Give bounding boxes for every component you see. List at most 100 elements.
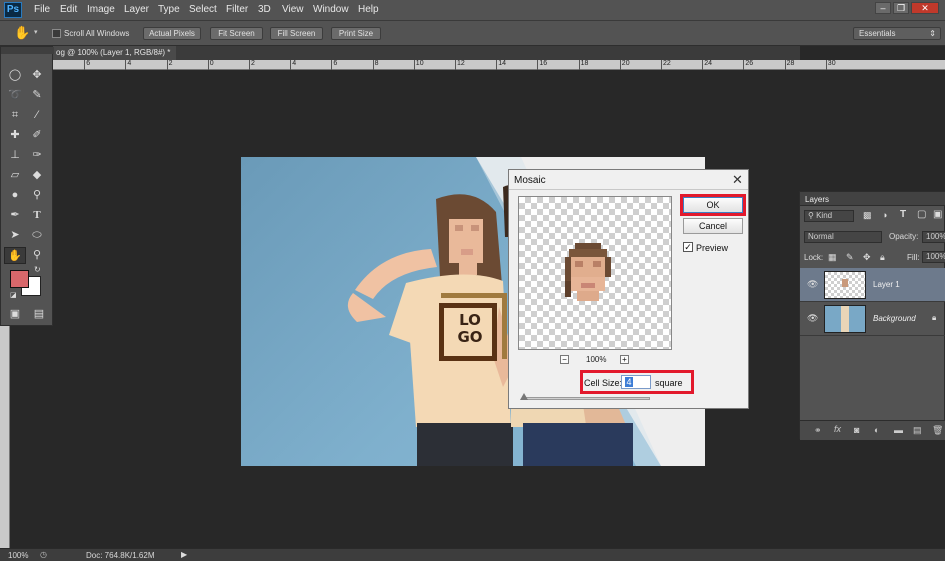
type-filter-icon[interactable]: T <box>900 209 906 220</box>
paint-bucket-icon[interactable]: ◆ <box>28 167 46 184</box>
new-group-icon[interactable]: ▬ <box>894 425 903 435</box>
layer-name[interactable]: Layer 1 <box>873 280 900 289</box>
menu-view[interactable]: View <box>282 4 304 15</box>
blend-mode-value: Normal <box>808 232 834 241</box>
options-bar: ✋ ▾ Scroll All Windows Actual Pixels Fit… <box>0 21 945 46</box>
scroll-all-windows-label: Scroll All Windows <box>64 29 130 38</box>
quick-mask-icon[interactable]: ▣ <box>6 306 24 323</box>
lock-all-icon[interactable]: 🔒︎ <box>880 252 885 263</box>
menu-edit[interactable]: Edit <box>60 4 77 15</box>
dialog-close-icon[interactable]: ✕ <box>732 172 743 188</box>
filter-preview[interactable] <box>518 196 672 350</box>
add-mask-icon[interactable]: ◙ <box>854 425 859 435</box>
menu-help[interactable]: Help <box>358 4 379 15</box>
layer-name[interactable]: Background <box>873 314 916 323</box>
print-size-button[interactable]: Print Size <box>331 27 381 40</box>
pixelated-face-preview <box>565 243 611 301</box>
new-layer-icon[interactable]: ▤ <box>913 425 922 436</box>
ruler-tick <box>331 60 333 70</box>
visibility-eye-icon[interactable]: 👁︎ <box>807 279 818 290</box>
kind-filter-dropdown[interactable]: ⚲ Kind <box>804 210 854 222</box>
history-brush-icon[interactable]: ✑ <box>28 147 46 164</box>
tool-preset-dropdown-icon[interactable]: ▾ <box>34 28 38 36</box>
lock-transparent-icon[interactable]: ▦ <box>828 252 837 263</box>
adjustment-layer-icon[interactable]: ◐ <box>874 425 879 435</box>
layers-tab[interactable]: Layers <box>805 195 829 204</box>
cancel-button[interactable]: Cancel <box>683 218 743 234</box>
ellipse-tool-icon[interactable]: ⬭ <box>28 227 46 244</box>
lock-pixels-icon[interactable]: ✎ <box>846 252 854 263</box>
healing-brush-icon[interactable]: ✚ <box>6 127 24 144</box>
image-filter-icon[interactable]: ▩ <box>863 210 872 221</box>
status-info-icon[interactable]: ◷ <box>40 550 47 559</box>
menu-layer[interactable]: Layer <box>124 4 149 15</box>
menu-select[interactable]: Select <box>189 4 217 15</box>
dodge-tool-icon[interactable]: ⚲ <box>28 187 46 204</box>
background-thumbnail <box>824 305 866 333</box>
zoom-level[interactable]: 100% <box>8 551 28 560</box>
adjustment-filter-icon[interactable]: ◑ <box>882 210 887 220</box>
lock-position-icon[interactable]: ✥ <box>863 252 871 263</box>
path-select-icon[interactable]: ➤ <box>6 227 24 244</box>
eraser-tool-icon[interactable]: ▱ <box>6 167 24 184</box>
marquee-tool-icon[interactable]: ◯ <box>6 67 24 84</box>
ruler-label: 20 <box>621 60 630 67</box>
blur-tool-icon[interactable]: ● <box>6 187 24 204</box>
visibility-eye-icon[interactable]: 👁︎ <box>807 313 818 324</box>
scroll-all-windows-checkbox[interactable] <box>52 29 61 38</box>
blend-mode-dropdown[interactable]: Normal <box>804 231 882 243</box>
menu-filter[interactable]: Filter <box>226 4 248 15</box>
brush-tool-icon[interactable]: ✐ <box>28 127 46 144</box>
lasso-tool-icon[interactable]: ➰ <box>6 87 24 104</box>
opacity-label: Opacity: <box>889 232 919 241</box>
document-tab[interactable]: og @ 100% (Layer 1, RGB/8#) * <box>50 46 177 60</box>
layer-style-icon[interactable]: fx <box>834 424 841 434</box>
quick-select-tool-icon[interactable]: ✎ <box>28 87 46 104</box>
preview-checkbox[interactable]: ✓ <box>683 242 693 252</box>
zoom-in-button[interactable]: + <box>620 355 629 364</box>
foreground-color-swatch[interactable] <box>10 270 29 288</box>
delete-layer-icon[interactable]: 🗑︎ <box>932 425 943 436</box>
fill-screen-button[interactable]: Fill Screen <box>270 27 323 40</box>
fill-input[interactable]: 100% <box>922 251 945 263</box>
fit-screen-button[interactable]: Fit Screen <box>210 27 263 40</box>
restore-icon[interactable]: ❐ <box>893 2 909 14</box>
status-menu-arrow-icon[interactable]: ▶ <box>181 550 187 559</box>
close-icon[interactable]: ✕ <box>911 2 939 14</box>
pen-tool-icon[interactable]: ✒ <box>6 207 24 224</box>
layers-panel: Layers ⚲ Kind ▩ ◑ T ▢ ▣ Normal Opacity: … <box>799 191 945 440</box>
status-bar: 100% ◷ Doc: 764.8K/1.62M ▶ <box>0 548 945 561</box>
screen-mode-icon[interactable]: ▤ <box>30 306 48 323</box>
ruler-tick <box>290 60 292 70</box>
shape-filter-icon[interactable]: ▢ <box>917 209 926 220</box>
clone-stamp-icon[interactable]: ⊥ <box>6 147 24 164</box>
hand-tool-icon[interactable]: ✋ <box>14 25 30 41</box>
swap-colors-icon[interactable]: ↻ <box>34 265 41 274</box>
actual-pixels-button[interactable]: Actual Pixels <box>143 27 201 40</box>
ruler-label: 18 <box>580 60 589 67</box>
default-colors-icon[interactable]: ◪ <box>10 291 17 299</box>
menu-type[interactable]: Type <box>158 4 180 15</box>
cell-size-slider-thumb[interactable] <box>520 393 528 400</box>
smart-object-filter-icon[interactable]: ▣ <box>933 209 942 220</box>
hand-tool-icon[interactable]: ✋ <box>4 247 26 264</box>
cell-size-slider-track[interactable] <box>522 397 650 400</box>
opacity-input[interactable]: 100% <box>922 231 945 243</box>
crop-tool-icon[interactable]: ⌗ <box>6 107 24 124</box>
cell-size-input[interactable]: 4 <box>621 375 651 389</box>
menu-image[interactable]: Image <box>87 4 115 15</box>
menu-3d[interactable]: 3D <box>258 4 271 15</box>
zoom-tool-icon[interactable]: ⚲ <box>28 247 46 264</box>
menu-window[interactable]: Window <box>313 4 349 15</box>
minimize-icon[interactable]: – <box>875 2 891 14</box>
menu-file[interactable]: File <box>34 4 50 15</box>
zoom-out-button[interactable]: − <box>560 355 569 364</box>
layer-row-background[interactable]: 👁︎ Background 🔒︎ <box>800 302 945 336</box>
layer-row-layer-1[interactable]: 👁︎ Layer 1 <box>800 268 945 302</box>
title-divider <box>509 189 748 190</box>
eyedropper-tool-icon[interactable]: ⁄ <box>28 107 46 124</box>
type-tool-icon[interactable]: T <box>28 207 46 224</box>
workspace-dropdown[interactable]: Essentials ⇕ <box>853 27 941 40</box>
link-layers-icon[interactable]: ⚭ <box>814 425 822 436</box>
move-tool-icon[interactable]: ✥ <box>28 67 46 84</box>
